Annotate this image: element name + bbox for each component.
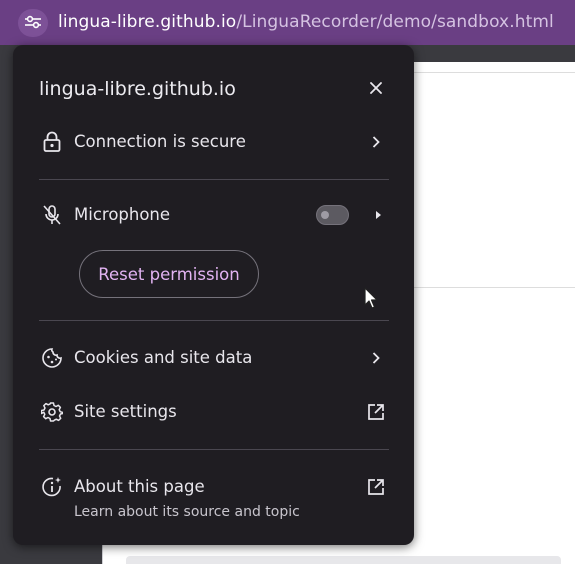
site-settings-row[interactable]: Site settings — [13, 392, 414, 432]
connection-label: Connection is secure — [74, 132, 246, 151]
close-button[interactable] — [364, 77, 388, 101]
mouse-cursor-icon — [364, 287, 380, 311]
open-in-new-icon — [366, 477, 386, 497]
url-host: lingua-libre.github.io — [58, 12, 237, 32]
cookies-row[interactable]: Cookies and site data — [13, 338, 414, 378]
chevron-right-icon — [366, 132, 386, 152]
microphone-row[interactable]: Microphone — [13, 195, 414, 235]
page-divider — [413, 287, 575, 288]
close-icon — [369, 80, 383, 99]
site-settings-label: Site settings — [74, 402, 177, 421]
cookie-icon — [41, 347, 63, 369]
tune-icon — [24, 14, 42, 33]
reset-permission-button[interactable]: Reset permission — [79, 250, 259, 298]
about-label: About this page — [74, 477, 205, 496]
site-info-button[interactable] — [18, 9, 48, 37]
site-info-popup: lingua-libre.github.io Connection is sec… — [13, 45, 414, 545]
url-path: /LinguaRecorder/demo/sandbox.html — [236, 12, 554, 32]
about-sublabel: Learn about its source and topic — [74, 504, 300, 520]
page-divider — [413, 72, 575, 73]
microphone-label: Microphone — [74, 205, 171, 224]
popup-title: lingua-libre.github.io — [39, 78, 236, 100]
cookies-label: Cookies and site data — [74, 348, 253, 367]
connection-row[interactable]: Connection is secure — [13, 122, 414, 162]
address-bar: lingua-libre.github.io/LinguaRecorder/de… — [0, 0, 575, 45]
microphone-off-icon — [41, 204, 63, 226]
url-field[interactable]: lingua-libre.github.io/LinguaRecorder/de… — [58, 12, 554, 32]
divider — [39, 320, 389, 321]
info-sparkle-icon — [41, 476, 63, 498]
chevron-right-icon — [366, 348, 386, 368]
gear-icon — [41, 401, 63, 423]
page-bar — [126, 556, 561, 564]
microphone-toggle[interactable] — [316, 205, 349, 225]
divider — [39, 179, 389, 180]
lock-icon — [41, 131, 63, 153]
toggle-knob — [321, 211, 329, 219]
open-in-new-icon — [366, 402, 386, 422]
divider — [39, 449, 389, 450]
expand-arrow-icon[interactable] — [368, 205, 388, 225]
